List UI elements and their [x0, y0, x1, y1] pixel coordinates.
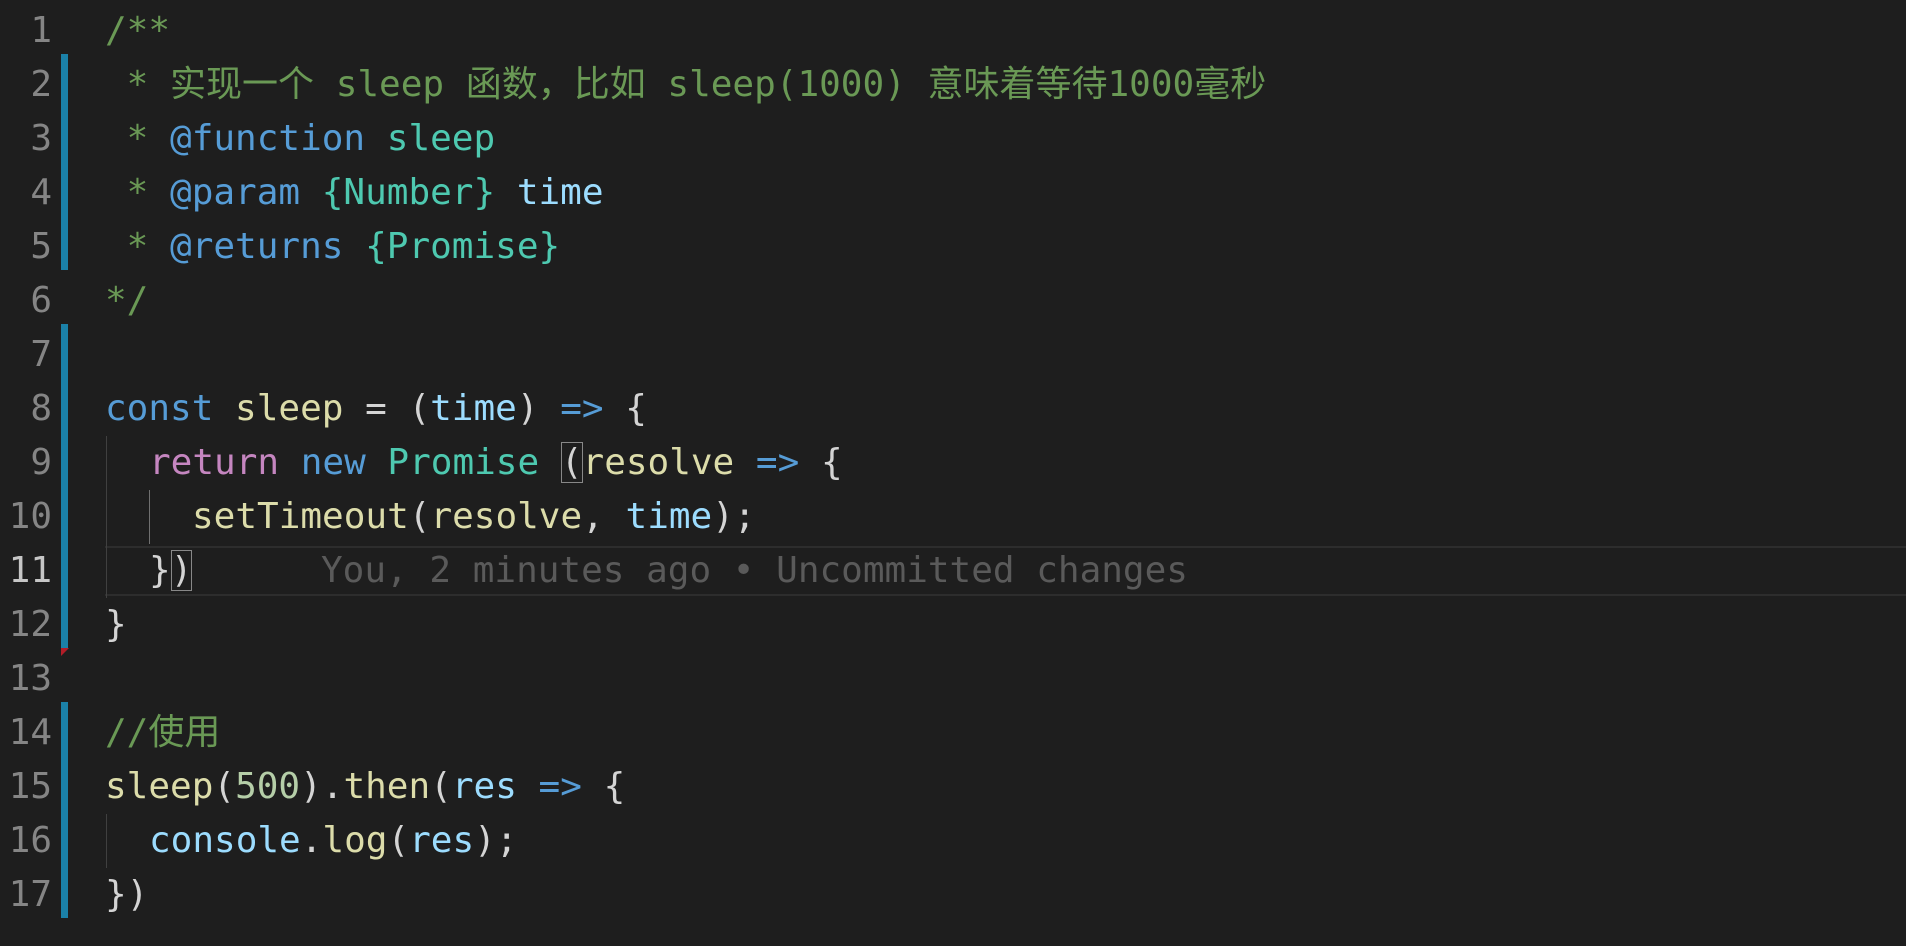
punctuation: );: [712, 496, 756, 537]
punctuation: (: [408, 496, 431, 537]
punctuation: {: [581, 766, 626, 807]
code-line[interactable]: 14 //使用: [0, 706, 1906, 760]
punctuation: ).: [300, 766, 344, 807]
punctuation: (: [387, 820, 410, 861]
method-call: log: [322, 820, 388, 861]
code-line[interactable]: 1 /**: [0, 4, 1906, 58]
line-number: 17: [8, 874, 52, 915]
comment-text: */: [105, 280, 149, 321]
function-call: setTimeout: [192, 496, 409, 537]
punctuation: {: [799, 442, 843, 483]
punctuation: .: [300, 820, 323, 861]
comment-star: *: [105, 118, 171, 159]
arrow-operator: =>: [560, 388, 604, 429]
code-line[interactable]: 7: [0, 328, 1906, 382]
line-number: 3: [30, 118, 52, 159]
code-line[interactable]: 6 */: [0, 274, 1906, 328]
code-line[interactable]: 15 sleep(500).then(res => {: [0, 760, 1906, 814]
function-call: sleep: [105, 766, 214, 807]
line-number: 10: [8, 496, 52, 537]
punctuation: }): [105, 874, 149, 915]
punctuation: ): [516, 388, 561, 429]
indent-guide: [106, 814, 107, 868]
comment-text: //使用: [105, 712, 221, 753]
punctuation: }: [105, 604, 127, 645]
bracket-match: (: [560, 442, 583, 483]
keyword-const: const: [105, 388, 214, 429]
param-name: resolve: [582, 442, 735, 483]
line-number: 9: [30, 442, 52, 483]
function-name: sleep: [213, 388, 344, 429]
line-number: 13: [8, 658, 52, 699]
keyword-return: return: [149, 442, 280, 483]
code-line[interactable]: 5 * @returns {Promise}: [0, 220, 1906, 274]
punctuation: (: [430, 766, 452, 807]
method-call: then: [343, 766, 431, 807]
keyword-new: new: [279, 442, 366, 483]
indent-guide: [106, 544, 107, 598]
code-line[interactable]: 10 setTimeout(resolve, time);: [0, 490, 1906, 544]
jsdoc-tag: @function: [170, 118, 366, 159]
param-name: time: [430, 388, 517, 429]
code-line[interactable]: 12 }: [0, 598, 1906, 652]
object-name: console: [149, 820, 301, 861]
line-number: 8: [30, 388, 52, 429]
code-line-current[interactable]: 11 }) You, 2 minutes ago • Uncommitted c…: [0, 544, 1906, 598]
indent-guide: [106, 436, 107, 490]
line-number: 11: [8, 550, 52, 591]
code-line[interactable]: 2 * 实现一个 sleep 函数，比如 sleep(1000) 意味着等待10…: [0, 58, 1906, 112]
punctuation: {: [603, 388, 647, 429]
operator: = (: [343, 388, 431, 429]
jsdoc-type: {Number}: [300, 172, 496, 213]
line-number: 6: [30, 280, 52, 321]
line-number: 7: [30, 334, 52, 375]
punctuation: ,: [582, 496, 626, 537]
number-literal: 500: [235, 766, 301, 807]
line-number: 5: [30, 226, 52, 267]
code-line[interactable]: 9 return new Promise (resolve => {: [0, 436, 1906, 490]
param-name: res: [451, 766, 517, 807]
code-editor[interactable]: 1 /** 2 * 实现一个 sleep 函数，比如 sleep(1000) 意…: [0, 0, 1906, 946]
code-line[interactable]: 4 * @param {Number} time: [0, 166, 1906, 220]
line-number: 2: [30, 64, 52, 105]
code-line[interactable]: 13: [0, 652, 1906, 706]
jsdoc-tag: @returns: [170, 226, 344, 267]
line-number: 16: [8, 820, 52, 861]
jsdoc-param-name: time: [495, 172, 604, 213]
comment-star: *: [105, 226, 171, 267]
arrow-operator: =>: [734, 442, 800, 483]
argument: time: [625, 496, 713, 537]
code-line[interactable]: 17 }): [0, 868, 1906, 922]
indent-guide: [106, 490, 107, 544]
jsdoc-tag: @param: [170, 172, 301, 213]
punctuation: }: [149, 550, 171, 591]
code-line[interactable]: 3 * @function sleep: [0, 112, 1906, 166]
line-number: 1: [30, 10, 52, 51]
comment-text: * 实现一个 sleep 函数，比如 sleep(1000) 意味着等待1000…: [105, 64, 1267, 105]
argument: resolve: [430, 496, 583, 537]
argument: res: [409, 820, 475, 861]
line-number: 14: [8, 712, 52, 753]
arrow-operator: =>: [516, 766, 582, 807]
punctuation: );: [474, 820, 518, 861]
line-number: 15: [8, 766, 52, 807]
punctuation: (: [213, 766, 236, 807]
line-number: 12: [8, 604, 52, 645]
comment-star: *: [105, 172, 171, 213]
class-name: Promise: [365, 442, 561, 483]
git-blame-annotation: You, 2 minutes ago • Uncommitted changes: [321, 550, 1188, 591]
comment-text: /**: [105, 10, 171, 51]
indent-guide-active: [149, 490, 150, 544]
code-line[interactable]: 8 const sleep = (time) => {: [0, 382, 1906, 436]
code-line[interactable]: 16 console.log(res);: [0, 814, 1906, 868]
jsdoc-name: sleep: [365, 118, 496, 159]
line-number: 4: [30, 172, 52, 213]
jsdoc-type: {Promise}: [343, 226, 561, 267]
bracket-match: ): [170, 550, 193, 591]
